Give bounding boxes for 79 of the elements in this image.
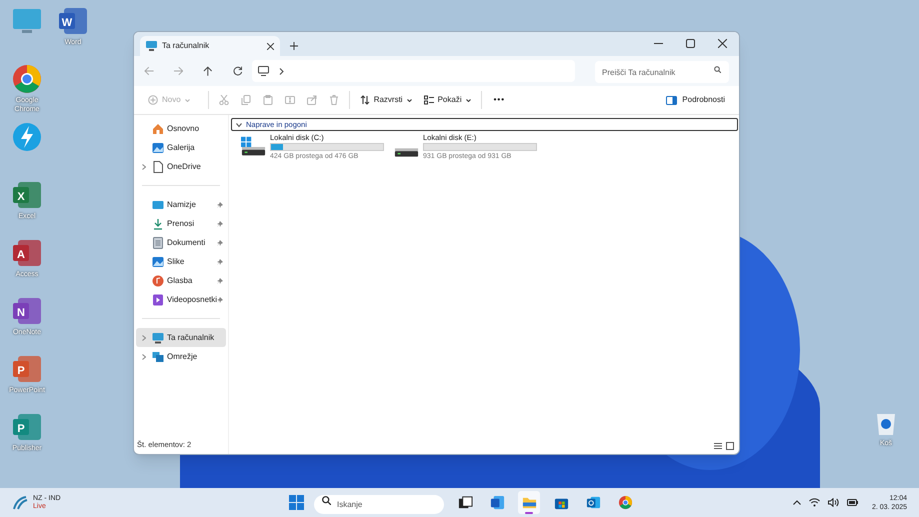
download-arrow-icon bbox=[152, 218, 164, 230]
rename-icon bbox=[284, 95, 295, 105]
tab[interactable]: Ta računalnik bbox=[140, 36, 280, 56]
pin-icon[interactable] bbox=[217, 220, 223, 226]
monitor-icon bbox=[152, 332, 164, 344]
nav-item[interactable]: Prenosi bbox=[136, 214, 226, 233]
caret-down-icon bbox=[406, 98, 412, 102]
more-options-button[interactable]: ••• bbox=[488, 89, 511, 111]
picture-icon bbox=[152, 256, 164, 268]
list-view-icon bbox=[424, 95, 434, 105]
details-button[interactable]: Podrobnosti bbox=[660, 89, 731, 111]
pin-icon[interactable] bbox=[217, 258, 223, 264]
nav-item[interactable]: Slike bbox=[136, 252, 226, 271]
maximize-icon[interactable] bbox=[686, 38, 695, 48]
plus-circle-icon bbox=[148, 95, 158, 105]
details-view-icon[interactable] bbox=[714, 442, 722, 450]
wifi-icon[interactable] bbox=[808, 498, 820, 507]
up-arrow-icon[interactable] bbox=[203, 66, 213, 76]
chrome-logo-icon bbox=[12, 64, 42, 94]
search-field[interactable]: Preišči Ta računalnik bbox=[595, 61, 730, 84]
video-play-icon bbox=[152, 294, 164, 306]
windows-start-icon[interactable] bbox=[289, 495, 304, 510]
nav-item[interactable]: Ta računalnik bbox=[136, 328, 226, 347]
house-icon bbox=[152, 122, 164, 134]
recycle-bin-icon bbox=[875, 412, 897, 436]
document-icon bbox=[152, 160, 164, 172]
desktop-folder-icon bbox=[152, 198, 164, 210]
pin-icon[interactable] bbox=[217, 202, 223, 208]
document-icon bbox=[152, 236, 164, 248]
caret-down-icon bbox=[466, 98, 471, 102]
network-computers-icon bbox=[152, 350, 164, 362]
chevron-up-icon[interactable] bbox=[792, 500, 801, 505]
monitor-icon bbox=[12, 6, 42, 36]
toolbar-button[interactable]: Razvrsti bbox=[354, 89, 418, 111]
chrome-logo-icon bbox=[618, 495, 632, 510]
search-icon bbox=[714, 66, 722, 73]
pin-icon[interactable] bbox=[217, 240, 223, 246]
chevron-right-icon[interactable] bbox=[279, 68, 284, 74]
lightning-bolt-icon bbox=[12, 122, 42, 152]
nav-item[interactable]: Videoposnetki bbox=[136, 290, 226, 309]
refresh-icon[interactable] bbox=[232, 66, 242, 76]
battery-icon[interactable] bbox=[846, 499, 858, 506]
search-icon bbox=[322, 496, 331, 504]
toolbar-button[interactable]: Pokaži bbox=[418, 89, 477, 111]
nav-item[interactable]: Glasba bbox=[136, 271, 226, 290]
close-icon[interactable] bbox=[718, 38, 727, 48]
nav-item[interactable]: Namizje bbox=[136, 195, 226, 214]
scissors-icon bbox=[218, 95, 229, 105]
tab-title: Ta računalnik bbox=[162, 40, 210, 52]
taskbar-search-field[interactable]: Iskanje bbox=[314, 494, 444, 514]
task-view-icon bbox=[458, 495, 472, 510]
nav-item[interactable]: Galerija bbox=[136, 138, 226, 157]
nav-item[interactable]: Osnovno bbox=[136, 119, 226, 138]
new-tab-icon[interactable] bbox=[290, 42, 298, 50]
back-arrow-icon[interactable] bbox=[144, 66, 154, 76]
mail-app-icon bbox=[586, 495, 600, 510]
music-note-icon bbox=[152, 274, 164, 286]
monitor-icon bbox=[258, 66, 270, 76]
close-icon[interactable] bbox=[267, 42, 274, 50]
folder-icon bbox=[522, 495, 536, 510]
word-app-icon bbox=[490, 495, 504, 510]
forward-arrow-icon[interactable] bbox=[174, 66, 184, 76]
picture-icon bbox=[152, 142, 164, 154]
pin-icon[interactable] bbox=[217, 296, 224, 302]
caret-down-icon bbox=[184, 98, 190, 102]
speaker-icon[interactable] bbox=[828, 498, 839, 507]
nav-item[interactable]: Dokumenti bbox=[136, 233, 226, 252]
sort-arrows-icon bbox=[360, 95, 370, 105]
pin-icon[interactable] bbox=[217, 278, 223, 284]
tiles-view-icon[interactable] bbox=[726, 442, 734, 450]
monitor-icon bbox=[146, 41, 157, 51]
copy-icon bbox=[240, 95, 251, 105]
trash-icon bbox=[328, 95, 339, 105]
nav-item[interactable]: Omrežje bbox=[136, 347, 226, 366]
clipboard-icon bbox=[262, 95, 273, 105]
share-icon bbox=[306, 95, 317, 105]
chevron-down-icon bbox=[236, 122, 242, 128]
details-pane-icon bbox=[666, 96, 678, 104]
nav-item[interactable]: OneDrive bbox=[136, 157, 226, 176]
